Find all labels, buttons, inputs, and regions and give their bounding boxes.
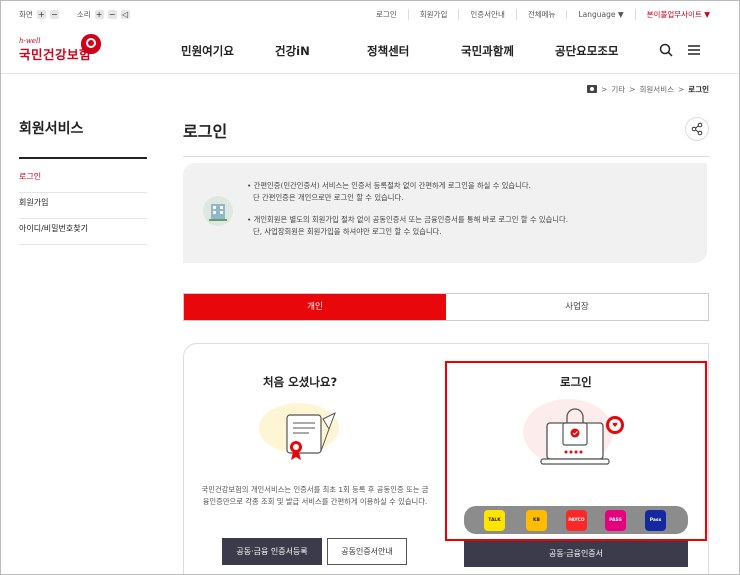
page-title: 로그인 bbox=[183, 122, 228, 141]
breadcrumb-item-etc[interactable]: 기타 bbox=[611, 84, 625, 95]
breadcrumb-current: 로그인 bbox=[688, 85, 709, 94]
utility-bar: 화면 + − 소리 + − ◁ 로그인 회원가입 인증서안내 전체메뉴 Lang… bbox=[19, 9, 721, 23]
info-line: • 개인회원은 별도의 회원가입 절차 없이 공동인증서 또는 금융인증서를 통… bbox=[247, 215, 569, 224]
cert-guide-link[interactable]: 인증서안내 bbox=[458, 9, 516, 20]
sidebar-item-login[interactable]: 로그인 bbox=[19, 167, 147, 193]
tab-personal[interactable]: 개인 bbox=[184, 294, 446, 320]
screen-zoom-label: 화면 bbox=[19, 10, 33, 19]
signup-link[interactable]: 회원가입 bbox=[407, 9, 459, 20]
zoom-in-button[interactable]: + bbox=[36, 10, 46, 19]
register-cert-button[interactable]: 공동·금융 인증서등록 bbox=[222, 538, 322, 565]
first-visit-title: 처음 오셨나요? bbox=[263, 375, 338, 389]
info-box: • 간편인증(민간인증서) 서비스는 인증서 등록절차 없이 간편하게 로그인을… bbox=[183, 163, 707, 263]
page-frame: 화면 + − 소리 + − ◁ 로그인 회원가입 인증서안내 전체메뉴 Lang… bbox=[0, 0, 740, 575]
volume-down-button[interactable]: − bbox=[107, 10, 117, 19]
sidebar-item-signup[interactable]: 회원가입 bbox=[19, 193, 147, 219]
breadcrumb-sep: > bbox=[601, 85, 608, 94]
tab-business[interactable]: 사업장 bbox=[446, 294, 708, 320]
language-select[interactable]: Language ▼ bbox=[566, 10, 634, 19]
breadcrumb-item-member[interactable]: 회원서비스 bbox=[640, 84, 675, 95]
info-line: • 간편인증(민간인증서) 서비스는 인증서 등록절차 없이 간편하게 로그인을… bbox=[247, 181, 531, 190]
sound-label: 소리 bbox=[76, 10, 91, 19]
login-link[interactable]: 로그인 bbox=[365, 9, 408, 20]
related-site-select[interactable]: 본이볼업무사이트 ▼ bbox=[634, 9, 721, 20]
nav-health-in[interactable]: 건강iN bbox=[275, 43, 367, 59]
info-line: 단 간편인증은 개인으로만 로그인 할 수 있습니다. bbox=[253, 193, 404, 202]
first-visit-description: 국민건강보험의 개인서비스는 인증서를 최초 1회 등록 후 공동인증 또는 금… bbox=[201, 485, 429, 506]
nav-civil-service[interactable]: 민원여기요 bbox=[181, 43, 275, 59]
breadcrumb-sep: > bbox=[629, 85, 636, 94]
logo-mark-icon bbox=[81, 34, 101, 54]
highlight-frame bbox=[445, 361, 707, 541]
sidebar-title: 회원서비스 bbox=[19, 121, 84, 137]
certificate-scroll-icon bbox=[281, 411, 341, 467]
logo[interactable]: h-well 국민건강보험 bbox=[19, 34, 101, 63]
info-line: 단, 사업장회원은 회원가입을 하셔야만 로그인 할 수 있습니다. bbox=[253, 227, 442, 236]
sidebar-divider bbox=[19, 157, 147, 159]
main-nav: 민원여기요 건강iN 정책센터 국민과함께 공단요모조모 bbox=[181, 43, 618, 59]
all-menu-link[interactable]: 전체메뉴 bbox=[515, 9, 567, 20]
breadcrumb-sep: > bbox=[678, 85, 685, 94]
cert-login-button[interactable]: 공동·금융인증서 bbox=[464, 540, 688, 567]
cert-guide-button[interactable]: 공동인증서안내 bbox=[327, 538, 407, 565]
volume-up-button[interactable]: + bbox=[94, 10, 104, 19]
home-icon[interactable] bbox=[587, 84, 598, 95]
building-icon bbox=[203, 196, 233, 226]
share-button[interactable] bbox=[685, 117, 709, 141]
nav-about[interactable]: 공단요모조모 bbox=[555, 43, 618, 59]
breadcrumb: > 기타 > 회원서비스 > 로그인 bbox=[587, 84, 709, 95]
title-divider bbox=[183, 156, 709, 157]
zoom-out-button[interactable]: − bbox=[49, 10, 59, 19]
share-icon bbox=[691, 122, 703, 136]
mute-icon[interactable]: ◁ bbox=[120, 10, 130, 19]
menu-icon[interactable] bbox=[687, 42, 701, 61]
member-type-tabs: 개인 사업장 bbox=[183, 293, 709, 321]
nav-policy-center[interactable]: 정책센터 bbox=[367, 43, 461, 59]
sidebar-menu: 로그인 회원가입 아이디/비밀번호찾기 bbox=[19, 167, 147, 245]
nav-with-people[interactable]: 국민과함께 bbox=[461, 43, 555, 59]
search-icon[interactable] bbox=[659, 42, 673, 61]
header-divider bbox=[1, 73, 739, 74]
sidebar-item-find-id-password[interactable]: 아이디/비밀번호찾기 bbox=[19, 219, 147, 245]
